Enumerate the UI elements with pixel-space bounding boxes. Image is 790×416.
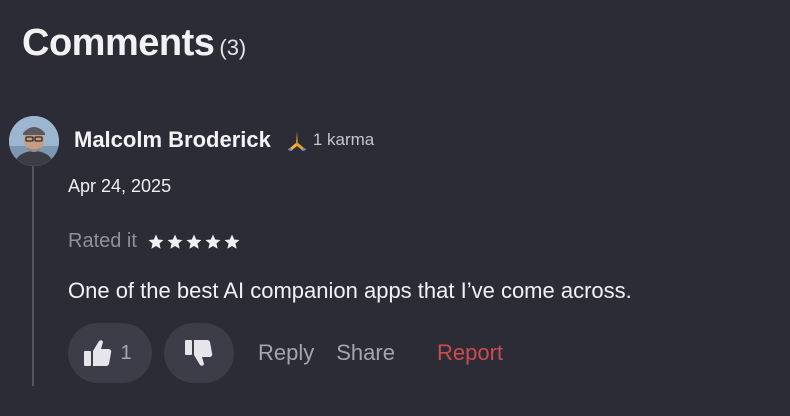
star-rating xyxy=(147,233,241,251)
like-button[interactable]: 1 xyxy=(68,323,152,383)
thread-line xyxy=(32,162,34,386)
thumbs-up-icon xyxy=(84,340,112,366)
share-button[interactable]: Share xyxy=(336,340,395,366)
comments-count: (3) xyxy=(219,35,247,60)
comments-heading: Comments (3) xyxy=(22,22,246,65)
karma-count: 1 karma xyxy=(312,130,375,149)
rating-row: Rated it xyxy=(68,230,241,253)
author-row: Malcolm Broderick 1 karma xyxy=(74,127,374,153)
praying-hands-icon xyxy=(287,131,306,151)
comments-title: Comments xyxy=(22,22,215,64)
star-icon xyxy=(205,234,221,249)
star-icon xyxy=(224,234,240,249)
author-name[interactable]: Malcolm Broderick xyxy=(74,127,271,153)
report-button[interactable]: Report xyxy=(437,340,503,366)
star-icon xyxy=(148,234,164,249)
like-count: 1 xyxy=(120,341,132,364)
avatar[interactable] xyxy=(9,116,59,166)
comments-section: Comments (3) Malcolm Broderick 1 karma A… xyxy=(0,0,790,416)
rated-label: Rated it xyxy=(68,230,137,252)
star-icon xyxy=(167,234,183,249)
comment-date: Apr 24, 2025 xyxy=(68,176,172,196)
dislike-button[interactable] xyxy=(164,323,234,383)
comment-body: One of the best AI companion apps that I… xyxy=(68,278,632,303)
comment-actions: 1 Reply Share Report xyxy=(68,323,503,383)
thumbs-down-icon xyxy=(185,340,213,366)
star-icon xyxy=(186,234,202,249)
reply-button[interactable]: Reply xyxy=(258,340,314,366)
avatar-image xyxy=(9,116,59,166)
